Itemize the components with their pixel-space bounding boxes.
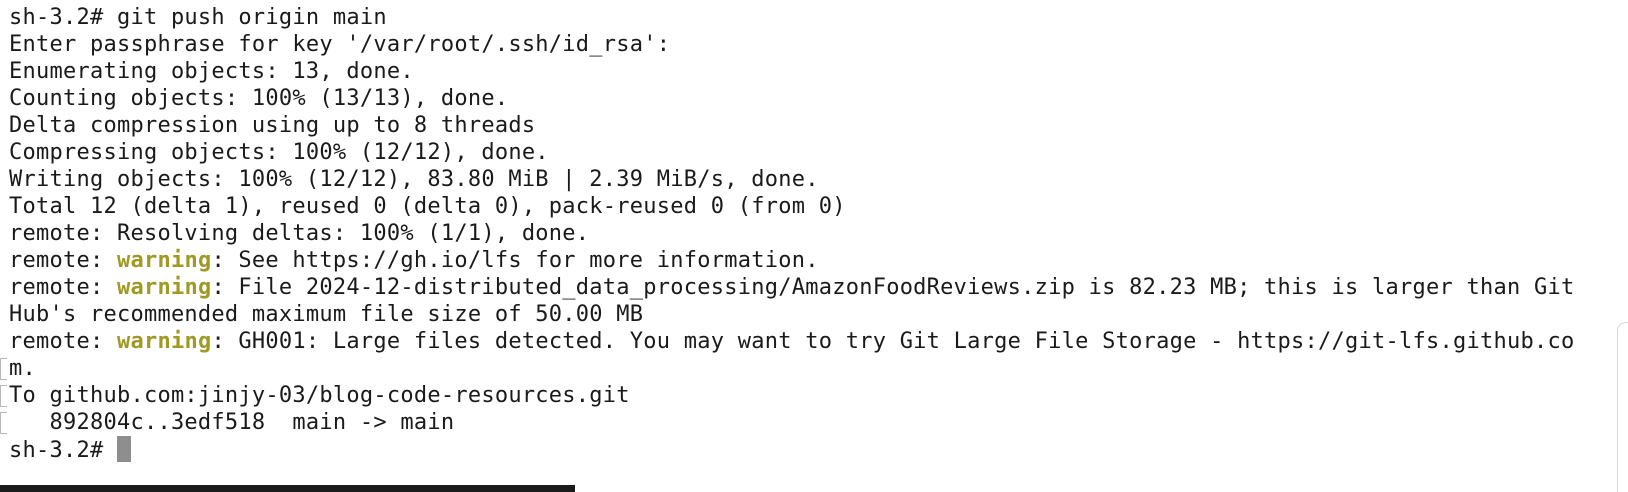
terminal-line-remote-url: To github.com:jinjy-03/blog-code-resourc… (9, 383, 630, 408)
terminal-line-ref-update: 892804c..3edf518 main -> main (9, 410, 455, 435)
terminal-line-resolving: remote: Resolving deltas: 100% (1/1), do… (9, 221, 590, 246)
terminal-line-enumerating: Enumerating objects: 13, done. (9, 59, 414, 84)
terminal-line-warning-file-size: remote: warning: File 2024-12-distribute… (9, 274, 1574, 302)
remote-prefix: remote: (9, 275, 117, 300)
terminal-line-writing: Writing objects: 100% (12/12), 83.80 MiB… (9, 167, 819, 192)
terminal-line-passphrase: Enter passphrase for key '/var/root/.ssh… (9, 32, 671, 57)
warning-text: : See https://gh.io/lfs for more informa… (211, 248, 819, 273)
line-mark-bracket (0, 385, 7, 407)
remote-prefix: remote: (9, 329, 117, 354)
terminal-window[interactable]: sh-3.2# git push origin main Enter passp… (0, 0, 1628, 492)
warning-label: warning (116, 329, 212, 354)
terminal-line-warning-gh001: remote: warning: GH001: Large files dete… (9, 328, 1574, 356)
scrollbar-track[interactable] (1617, 322, 1628, 492)
terminal-line-counting: Counting objects: 100% (13/13), done. (9, 86, 509, 111)
bottom-edge-bar (0, 485, 575, 492)
terminal-line-command: sh-3.2# git push origin main (9, 5, 387, 30)
terminal-line-delta-compression: Delta compression using up to 8 threads (9, 113, 536, 138)
remote-prefix: remote: (9, 248, 117, 273)
warning-label: warning (116, 248, 212, 273)
line-mark-bracket (0, 358, 7, 380)
warning-label: warning (116, 275, 212, 300)
terminal-line-total: Total 12 (delta 1), reused 0 (delta 0), … (9, 194, 846, 219)
line-mark-bracket (0, 412, 7, 434)
warning-text: : GH001: Large files detected. You may w… (211, 329, 1575, 354)
prompt-text: sh-3.2# (9, 438, 117, 463)
terminal-line-wrap-hub: Hub's recommended maximum file size of 5… (9, 302, 644, 327)
terminal-line-prompt[interactable]: sh-3.2# (9, 436, 131, 464)
terminal-line-wrap-m: m. (9, 356, 36, 381)
text-cursor (116, 436, 131, 462)
warning-text: : File 2024-12-distributed_data_processi… (211, 275, 1575, 300)
terminal-line-warning-lfs: remote: warning: See https://gh.io/lfs f… (9, 247, 819, 275)
terminal-line-compressing: Compressing objects: 100% (12/12), done. (9, 140, 549, 165)
